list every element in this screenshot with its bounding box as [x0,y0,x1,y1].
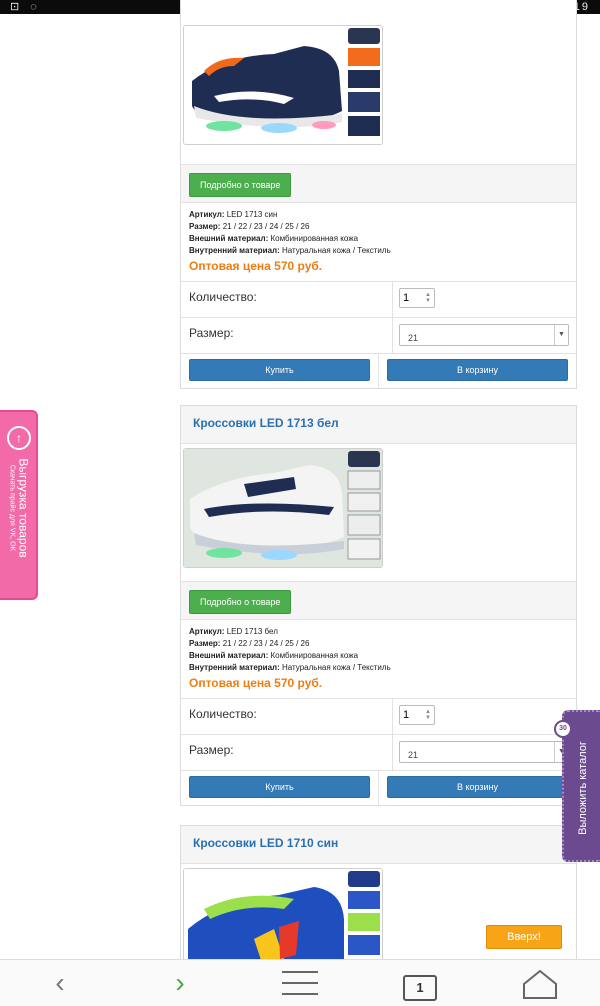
article-line: Артикул: LED 1713 син [189,210,278,219]
quantity-label: Количество: [181,282,393,317]
details-row: Подробно о товаре [181,165,576,203]
size-select[interactable]: 21▼ [399,741,569,763]
product-image-area [181,444,576,582]
product-card: Кроссовки LED 1713 бел Подробно о товаре… [180,405,577,806]
tabs-count: 1 [403,975,437,1001]
post-catalog-label: Выложить каталог [577,741,589,835]
buy-button[interactable]: Купить [189,776,370,798]
forward-arrow-icon[interactable]: › [160,968,200,1000]
details-button[interactable]: Подробно о товаре [189,173,292,197]
menu-icon[interactable] [280,968,320,1000]
quantity-stepper[interactable]: 1 ▲ ▼ [399,288,435,308]
add-to-cart-button[interactable]: В корзину [387,776,568,798]
size-row: Размер: 21▼ [181,318,576,354]
inner-material-line: Внутренний материал: Натуральная кожа / … [189,663,391,672]
buy-button[interactable]: Купить [189,359,370,381]
size-label: Размер: [181,318,393,353]
size-row: Размер: 21▼ [181,735,576,771]
action-row: Купить В корзину [181,354,576,388]
size-line: Размер: 21 / 22 / 23 / 24 / 25 / 26 [189,222,310,231]
quantity-row: Количество: 1 ▲ ▼ [181,282,576,318]
export-goods-title: Выгрузка товаров [16,458,31,558]
export-goods-text: Выгрузка товаров Скачать прайс для VK, O… [8,458,31,557]
export-goods-tab[interactable]: ↑ Выгрузка товаров Скачать прайс для VK,… [0,410,38,600]
browser-nav-bar: ‹ › 1 [0,959,600,1006]
details-row: Подробно о товаре [181,582,576,620]
quantity-label: Количество: [181,699,393,734]
product-header: Кроссовки LED 1710 син [181,826,576,864]
quantity-row: Количество: 1 ▲ ▼ [181,699,576,735]
product-image[interactable] [183,25,383,145]
size-select[interactable]: 21▼ [399,324,569,346]
spin-arrows-icon[interactable]: ▲ ▼ [425,709,431,721]
spin-arrows-icon[interactable]: ▲ ▼ [425,292,431,304]
details-button[interactable]: Подробно о товаре [189,590,292,614]
action-row: Купить В корзину [181,771,576,805]
product-image[interactable] [183,448,383,568]
inner-material-line: Внутренний материал: Натуральная кожа / … [189,246,391,255]
product-title[interactable]: Кроссовки LED 1710 син [193,836,338,850]
product-image-area [181,0,576,165]
back-arrow-icon[interactable]: ‹ [40,968,80,1000]
article-line: Артикул: LED 1713 бел [189,627,278,636]
cloud-upload-icon: ↑ [7,426,31,450]
browser-viewport: ⊡ ◌ ▲ ▮ 11:19 [0,0,600,1006]
status-left-icons: ⊡ ◌ [10,1,41,13]
product-header: Кроссовки LED 1713 бел [181,406,576,444]
product-card: Подробно о товаре Артикул: LED 1713 син … [180,0,577,389]
catalog-count-badge: 30 [554,720,572,738]
scroll-to-top-button[interactable]: Вверх! [486,925,562,949]
outer-material-line: Внешний материал: Комбинированная кожа [189,651,359,660]
chevron-down-icon[interactable]: ▼ [554,325,568,345]
product-info: Артикул: LED 1713 син Размер: 21 / 22 / … [181,203,576,282]
size-label: Размер: [181,735,393,770]
export-goods-subtitle: Скачать прайс для VK, OK [8,464,16,552]
home-icon[interactable] [520,968,560,1000]
tabs-switcher-icon[interactable]: 1 [400,968,440,1001]
size-line: Размер: 21 / 22 / 23 / 24 / 25 / 26 [189,639,310,648]
wholesale-price: Оптовая цена 570 руб. [189,259,323,273]
outer-material-line: Внешний материал: Комбинированная кожа [189,234,359,243]
product-info: Артикул: LED 1713 бел Размер: 21 / 22 / … [181,620,576,699]
product-title[interactable]: Кроссовки LED 1713 бел [193,416,339,430]
quantity-stepper[interactable]: 1 ▲ ▼ [399,705,435,725]
wholesale-price: Оптовая цена 570 руб. [189,676,323,690]
add-to-cart-button[interactable]: В корзину [387,359,568,381]
